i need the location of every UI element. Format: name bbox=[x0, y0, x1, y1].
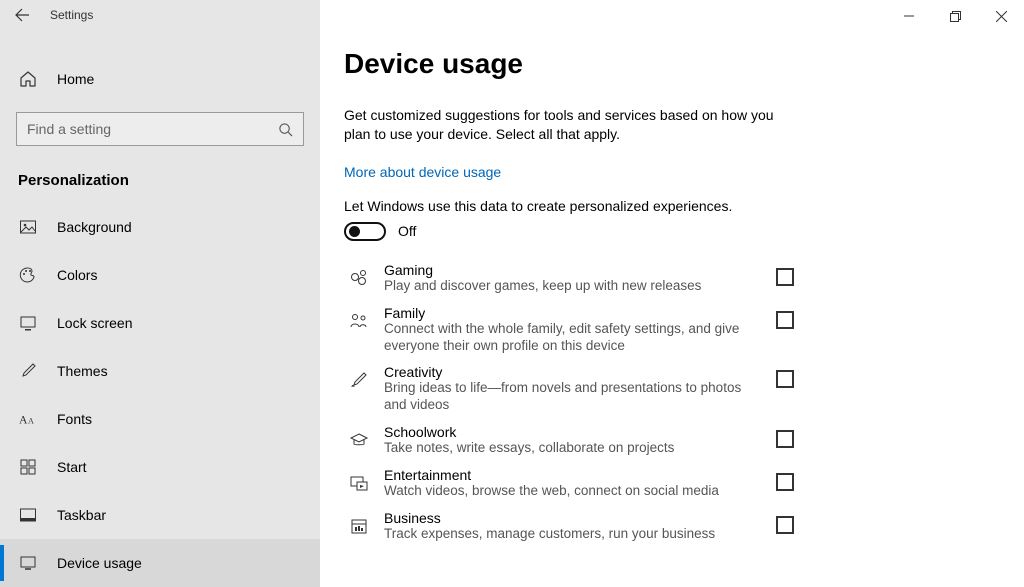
palette-icon bbox=[19, 266, 37, 284]
usage-checkbox-creativity[interactable] bbox=[776, 370, 794, 388]
usage-title: Gaming bbox=[384, 262, 766, 278]
nav-item-label: Lock screen bbox=[57, 315, 132, 331]
back-button[interactable] bbox=[14, 7, 30, 23]
usage-title: Creativity bbox=[384, 364, 766, 380]
maximize-button[interactable] bbox=[932, 0, 978, 32]
usage-title: Entertainment bbox=[384, 467, 766, 483]
lockscreen-icon bbox=[19, 314, 37, 332]
usage-title: Schoolwork bbox=[384, 424, 766, 440]
usage-subtitle: Take notes, write essays, collaborate on… bbox=[384, 440, 766, 457]
usage-subtitle: Connect with the whole family, edit safe… bbox=[384, 321, 766, 355]
schoolwork-icon bbox=[344, 424, 374, 450]
sidebar: Settings Home Personalization Background… bbox=[0, 0, 320, 587]
usage-title: Business bbox=[384, 510, 766, 526]
titlebar: Settings bbox=[0, 0, 320, 30]
device-icon bbox=[19, 554, 37, 572]
nav-item-background[interactable]: Background bbox=[0, 203, 320, 251]
personalized-toggle[interactable] bbox=[344, 222, 386, 241]
family-icon bbox=[344, 305, 374, 331]
usage-item-schoolwork: Schoolwork Take notes, write essays, col… bbox=[344, 419, 794, 462]
page-description: Get customized suggestions for tools and… bbox=[344, 106, 774, 144]
close-button[interactable] bbox=[978, 0, 1024, 32]
nav-item-label: Themes bbox=[57, 363, 108, 379]
nav-item-label: Colors bbox=[57, 267, 97, 283]
usage-subtitle: Bring ideas to life—from novels and pres… bbox=[384, 380, 766, 414]
usage-subtitle: Track expenses, manage customers, run yo… bbox=[384, 526, 766, 543]
fonts-icon: AA bbox=[19, 410, 37, 428]
search-container bbox=[16, 112, 304, 146]
nav-item-themes[interactable]: Themes bbox=[0, 347, 320, 395]
usage-checkbox-entertainment[interactable] bbox=[776, 473, 794, 491]
window-controls bbox=[886, 0, 1024, 32]
home-icon bbox=[19, 70, 37, 88]
search-box[interactable] bbox=[16, 112, 304, 146]
gaming-icon bbox=[344, 262, 374, 288]
nav-list: Background Colors Lock screen Themes AA … bbox=[0, 203, 320, 587]
nav-item-taskbar[interactable]: Taskbar bbox=[0, 491, 320, 539]
svg-text:A: A bbox=[28, 417, 34, 426]
toggle-knob bbox=[349, 226, 360, 237]
close-icon bbox=[996, 11, 1007, 22]
usage-item-gaming: Gaming Play and discover games, keep up … bbox=[344, 257, 794, 300]
usage-checkbox-gaming[interactable] bbox=[776, 268, 794, 286]
picture-icon bbox=[19, 218, 37, 236]
category-heading: Personalization bbox=[0, 146, 320, 203]
maximize-icon bbox=[950, 11, 961, 22]
nav-home[interactable]: Home bbox=[0, 58, 320, 100]
toggle-caption: Let Windows use this data to create pers… bbox=[344, 198, 1000, 214]
taskbar-icon bbox=[19, 506, 37, 524]
nav-item-label: Start bbox=[57, 459, 87, 475]
toggle-state: Off bbox=[398, 223, 416, 239]
main-content: Device usage Get customized suggestions … bbox=[320, 0, 1024, 587]
business-icon bbox=[344, 510, 374, 536]
usage-item-business: Business Track expenses, manage customer… bbox=[344, 505, 794, 548]
usage-item-creativity: Creativity Bring ideas to life—from nove… bbox=[344, 359, 794, 419]
nav-item-label: Taskbar bbox=[57, 507, 106, 523]
nav-item-label: Device usage bbox=[57, 555, 142, 571]
toggle-row: Off bbox=[344, 222, 1000, 241]
creativity-icon bbox=[344, 364, 374, 390]
nav-item-label: Background bbox=[57, 219, 132, 235]
usage-subtitle: Play and discover games, keep up with ne… bbox=[384, 278, 766, 295]
usage-item-entertainment: Entertainment Watch videos, browse the w… bbox=[344, 462, 794, 505]
usage-list: Gaming Play and discover games, keep up … bbox=[344, 257, 794, 548]
search-icon bbox=[278, 122, 293, 137]
nav-item-fonts[interactable]: AA Fonts bbox=[0, 395, 320, 443]
svg-text:A: A bbox=[19, 414, 28, 427]
usage-checkbox-business[interactable] bbox=[776, 516, 794, 534]
search-input[interactable] bbox=[27, 121, 267, 137]
nav-item-device-usage[interactable]: Device usage bbox=[0, 539, 320, 587]
nav-item-colors[interactable]: Colors bbox=[0, 251, 320, 299]
nav-item-lockscreen[interactable]: Lock screen bbox=[0, 299, 320, 347]
nav-item-label: Fonts bbox=[57, 411, 92, 427]
minimize-button[interactable] bbox=[886, 0, 932, 32]
usage-title: Family bbox=[384, 305, 766, 321]
usage-checkbox-family[interactable] bbox=[776, 311, 794, 329]
nav-item-start[interactable]: Start bbox=[0, 443, 320, 491]
brush-icon bbox=[19, 362, 37, 380]
minimize-icon bbox=[904, 11, 914, 21]
usage-item-family: Family Connect with the whole family, ed… bbox=[344, 300, 794, 360]
arrow-left-icon bbox=[14, 7, 30, 23]
entertainment-icon bbox=[344, 467, 374, 493]
usage-checkbox-schoolwork[interactable] bbox=[776, 430, 794, 448]
nav-home-label: Home bbox=[57, 71, 94, 87]
more-about-link[interactable]: More about device usage bbox=[344, 164, 501, 180]
page-title: Device usage bbox=[344, 48, 1000, 80]
app-title: Settings bbox=[50, 8, 93, 22]
start-icon bbox=[19, 458, 37, 476]
usage-subtitle: Watch videos, browse the web, connect on… bbox=[384, 483, 766, 500]
